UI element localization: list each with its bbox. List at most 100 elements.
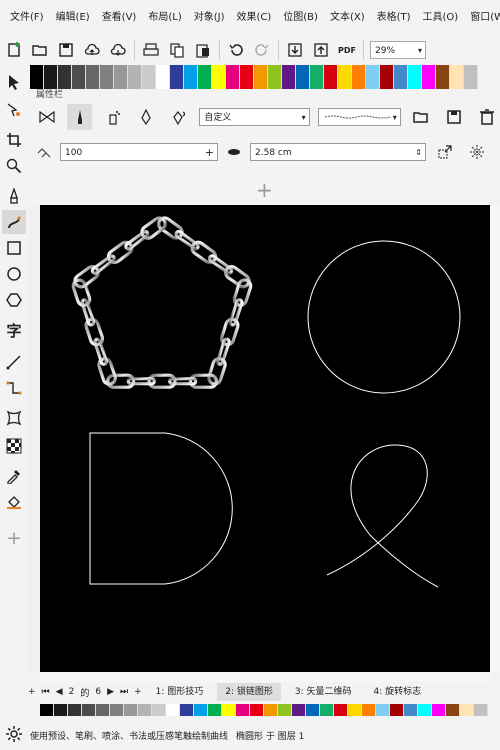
shape-tool-icon[interactable] <box>2 98 26 122</box>
crop-tool-icon[interactable] <box>2 128 26 152</box>
color-swatch[interactable] <box>184 65 198 77</box>
color-swatch[interactable] <box>124 704 138 716</box>
horizontal-scrollbar[interactable] <box>40 672 490 682</box>
color-swatch[interactable] <box>166 704 180 716</box>
rectangle-tool-icon[interactable] <box>2 236 26 260</box>
add-tool-icon[interactable]: + <box>2 526 26 550</box>
circle-shape[interactable] <box>307 240 461 394</box>
polygon-tool-icon[interactable] <box>2 288 26 312</box>
color-swatch[interactable] <box>334 704 348 716</box>
copy-icon[interactable] <box>167 40 187 60</box>
menu-file[interactable]: 文件(F) <box>4 0 50 36</box>
page-tab-2[interactable]: 2: 锁链图形 <box>217 683 281 701</box>
color-swatch[interactable] <box>366 65 380 77</box>
color-swatch[interactable] <box>240 65 254 77</box>
color-swatch[interactable] <box>380 65 394 77</box>
add-page-icon[interactable]: + <box>28 687 36 697</box>
color-swatch[interactable] <box>142 65 156 77</box>
color-swatch[interactable] <box>432 704 446 716</box>
cloud-download-icon[interactable] <box>108 40 128 60</box>
color-swatch[interactable] <box>474 704 488 716</box>
color-swatch[interactable] <box>138 704 152 716</box>
page-tab-1[interactable]: 1: 图形技巧 <box>148 683 212 701</box>
color-swatch[interactable] <box>236 704 250 716</box>
browse-folder-icon[interactable] <box>409 104 434 130</box>
pick-tool-icon[interactable] <box>2 70 26 94</box>
color-swatch[interactable] <box>436 65 450 77</box>
preset-mode-icon[interactable] <box>34 104 59 130</box>
artistic-media-tool-icon[interactable] <box>2 210 26 234</box>
color-swatch[interactable] <box>82 704 96 716</box>
ellipse-tool-icon[interactable] <box>2 262 26 286</box>
color-swatch[interactable] <box>30 65 44 77</box>
color-swatch[interactable] <box>40 704 54 716</box>
color-swatch[interactable] <box>96 704 110 716</box>
color-swatch[interactable] <box>180 704 194 716</box>
menu-view[interactable]: 查看(V) <box>96 0 143 36</box>
parallel-dimension-tool-icon[interactable] <box>2 350 26 374</box>
preset-select[interactable]: 自定义 ▾ <box>199 108 310 126</box>
cloud-upload-icon[interactable] <box>82 40 102 60</box>
color-swatch[interactable] <box>54 704 68 716</box>
color-swatch[interactable] <box>338 65 352 77</box>
prev-page-icon[interactable]: ◀ <box>56 687 63 697</box>
transform-icon[interactable] <box>464 139 490 165</box>
envelope-tool-icon[interactable] <box>2 406 26 430</box>
plus-icon[interactable]: + <box>205 144 214 162</box>
color-swatch[interactable] <box>394 65 408 77</box>
color-swatch[interactable] <box>152 704 166 716</box>
color-swatch[interactable] <box>320 704 334 716</box>
new-icon[interactable] <box>4 40 24 60</box>
color-swatch[interactable] <box>460 704 474 716</box>
color-swatch[interactable] <box>68 704 82 716</box>
pressure-mode-icon[interactable] <box>166 104 191 130</box>
chain-pentagon-shape[interactable] <box>71 216 253 389</box>
paste-icon[interactable] <box>193 40 213 60</box>
menu-text[interactable]: 文本(X) <box>324 0 371 36</box>
settings-gear-icon[interactable] <box>6 725 22 745</box>
color-swatch[interactable] <box>194 704 208 716</box>
transparency-tool-icon[interactable] <box>2 434 26 458</box>
d-shape[interactable] <box>89 432 233 585</box>
color-swatch[interactable] <box>376 704 390 716</box>
color-swatch[interactable] <box>282 65 296 77</box>
color-swatch[interactable] <box>450 65 464 77</box>
spinner-icon[interactable]: ⇕ <box>415 144 422 162</box>
menu-layout[interactable]: 布局(L) <box>142 0 187 36</box>
color-swatch[interactable] <box>292 704 306 716</box>
color-swatch[interactable] <box>446 704 460 716</box>
color-swatch[interactable] <box>226 65 240 77</box>
color-swatch[interactable] <box>86 65 100 77</box>
text-tool-icon[interactable]: 字 <box>2 318 26 342</box>
loop-curve-shape[interactable] <box>326 444 439 588</box>
color-swatch[interactable] <box>268 65 282 77</box>
color-swatch[interactable] <box>264 704 278 716</box>
color-swatch[interactable] <box>58 65 72 77</box>
print-icon[interactable] <box>141 40 161 60</box>
color-swatch[interactable] <box>212 65 226 77</box>
sprayer-mode-icon[interactable] <box>100 104 125 130</box>
color-swatch[interactable] <box>128 65 142 77</box>
color-swatch[interactable] <box>362 704 376 716</box>
menu-edit[interactable]: 编辑(E) <box>50 0 96 36</box>
undo-icon[interactable] <box>226 40 246 60</box>
calligraphy-mode-icon[interactable] <box>133 104 158 130</box>
open-icon[interactable] <box>30 40 50 60</box>
color-swatch[interactable] <box>222 704 236 716</box>
menu-bitmap[interactable]: 位图(B) <box>277 0 324 36</box>
save-stroke-icon[interactable] <box>442 104 467 130</box>
color-swatch[interactable] <box>250 704 264 716</box>
color-swatch[interactable] <box>418 704 432 716</box>
color-swatch[interactable] <box>156 65 170 77</box>
pdf-icon[interactable]: PDF <box>337 40 357 60</box>
color-swatch[interactable] <box>352 65 366 77</box>
add-tab-icon[interactable]: + <box>256 178 273 202</box>
color-swatch[interactable] <box>296 65 310 77</box>
stroke-preview-select[interactable]: ▾ <box>317 108 401 126</box>
color-swatch[interactable] <box>348 704 362 716</box>
color-swatch[interactable] <box>310 65 324 77</box>
color-swatch[interactable] <box>72 65 86 77</box>
color-swatch[interactable] <box>170 65 184 77</box>
color-swatch[interactable] <box>198 65 212 77</box>
scale-with-object-icon[interactable] <box>432 139 458 165</box>
